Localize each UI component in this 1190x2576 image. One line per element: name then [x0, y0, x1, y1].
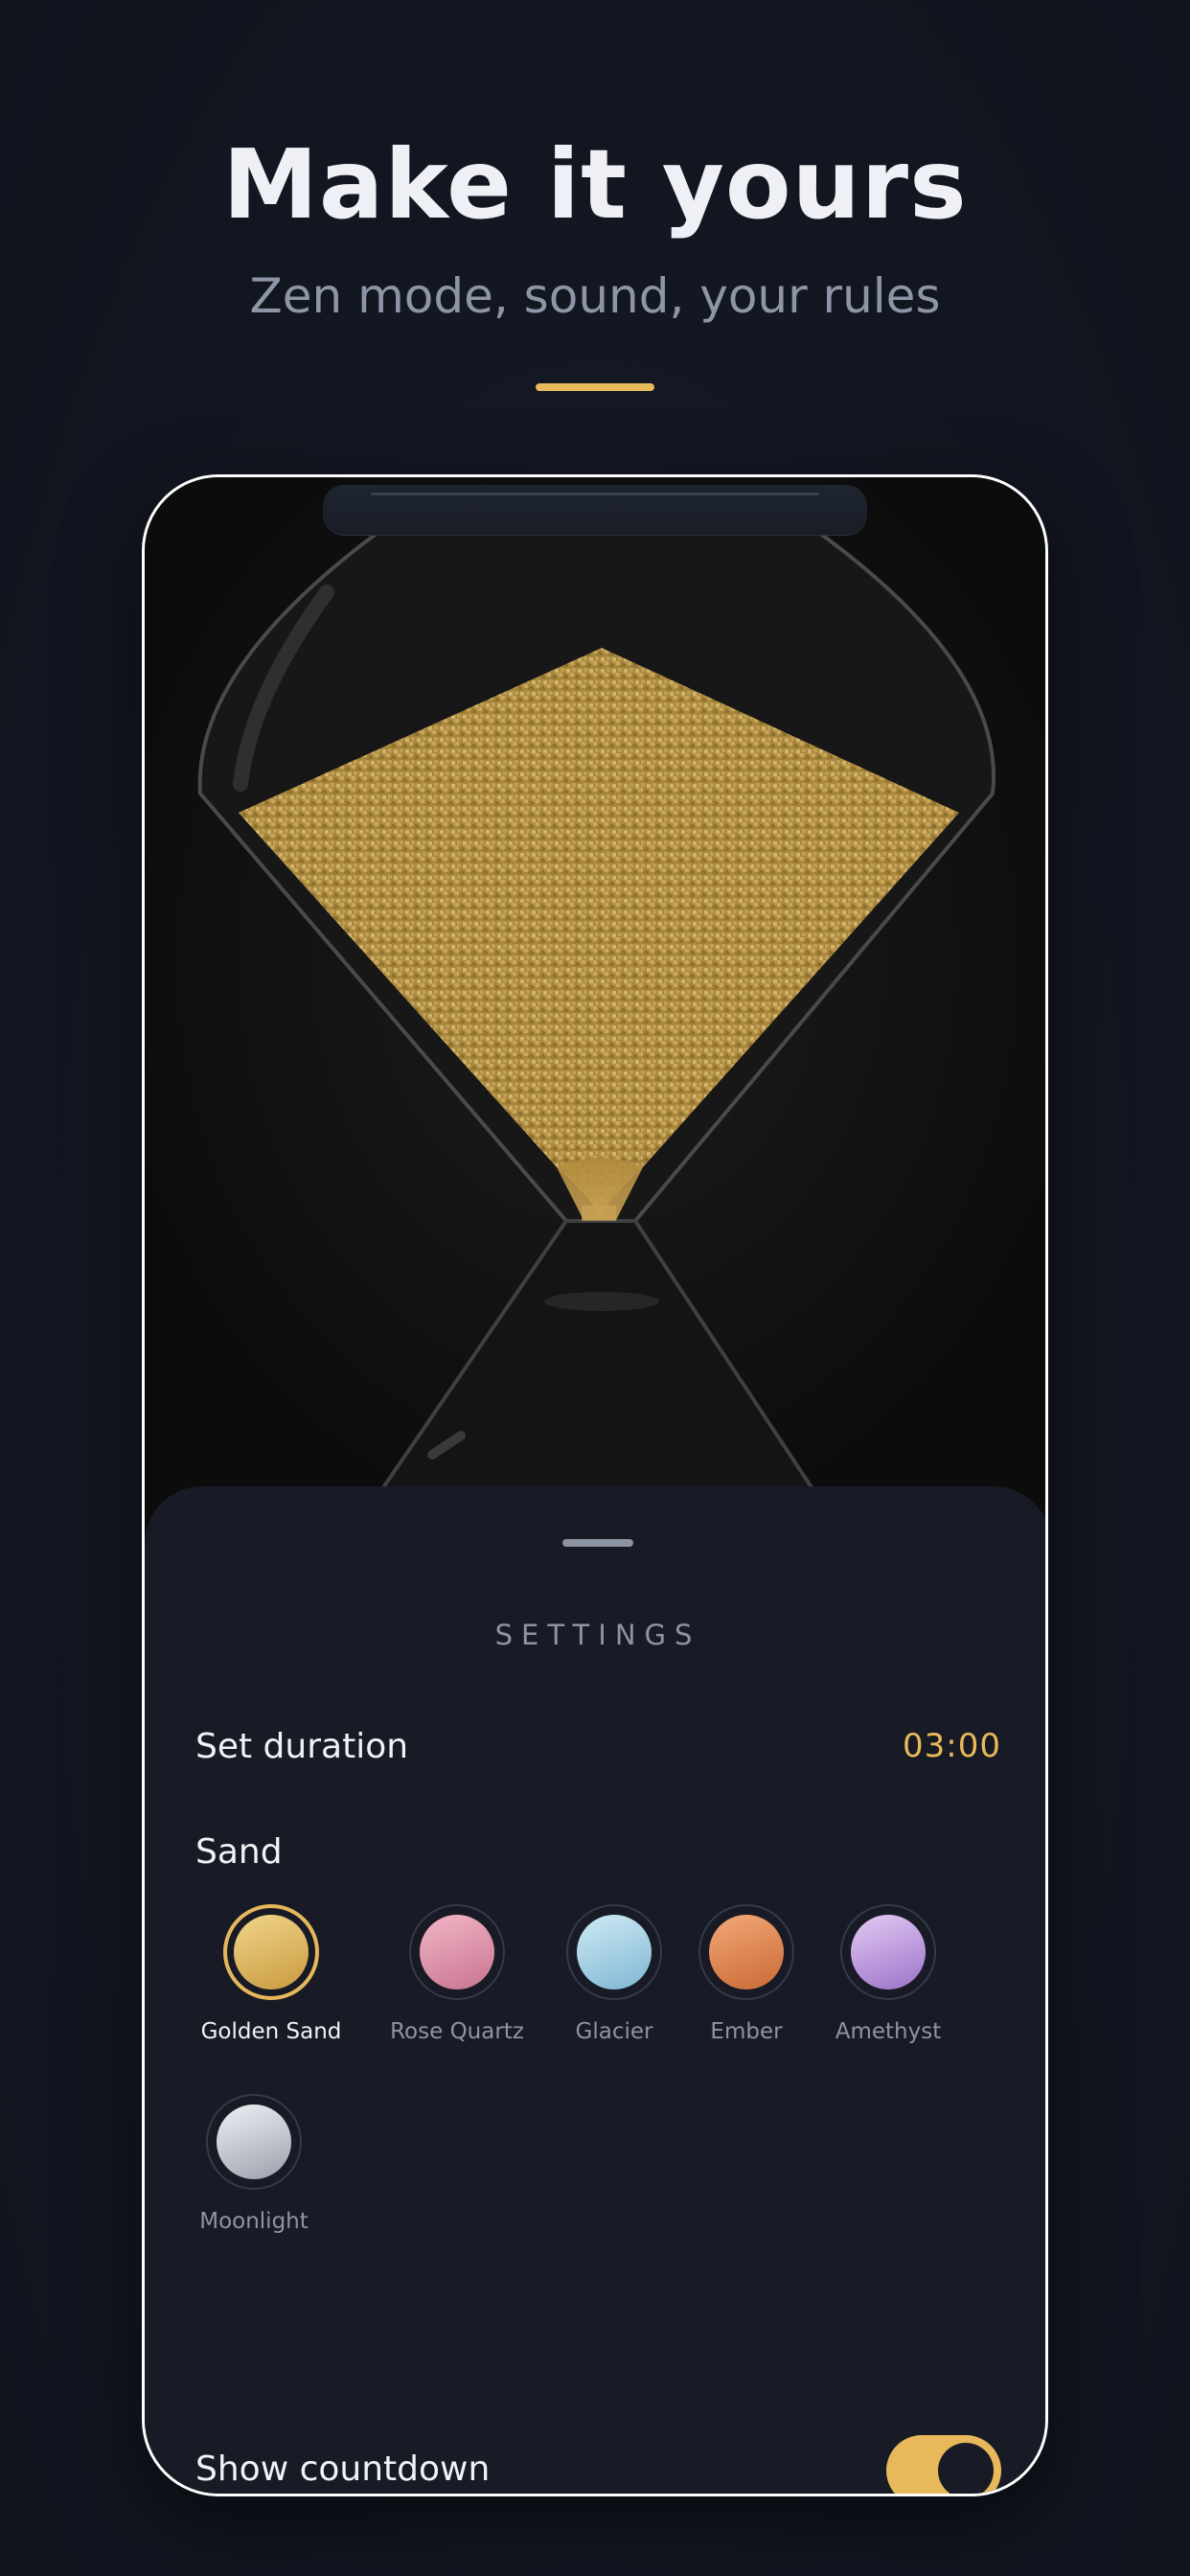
- swatch-glacier[interactable]: [566, 1904, 662, 2000]
- hourglass-cap: [323, 485, 867, 536]
- phone-frame: SETTINGS Set duration 03:00 Sand Golden …: [142, 474, 1048, 2496]
- hero-accent-bar: [536, 383, 654, 391]
- swatch-label-rose-quartz: Rose Quartz: [390, 2019, 524, 2044]
- sand-label: Sand: [195, 1832, 283, 1872]
- hero-title: Make it yours: [222, 128, 968, 241]
- settings-title: SETTINGS: [494, 1619, 701, 1651]
- show-countdown-label: Show countdown: [195, 2450, 491, 2489]
- swatch-label-moonlight: Moonlight: [199, 2209, 309, 2234]
- swatch-label-golden-sand: Golden Sand: [200, 2019, 342, 2044]
- swatch-color: [420, 1915, 494, 1990]
- swatch-color: [709, 1915, 784, 1990]
- swatch-color: [217, 2104, 291, 2179]
- swatch-label-glacier: Glacier: [575, 2019, 653, 2044]
- toggle-knob: [938, 2443, 994, 2494]
- swatch-label-ember: Ember: [710, 2019, 783, 2044]
- swatch-moonlight[interactable]: [206, 2094, 302, 2190]
- swatch-amethyst[interactable]: [840, 1904, 936, 2000]
- settings-sheet: SETTINGS Set duration 03:00 Sand Golden …: [145, 1486, 1045, 2494]
- swatch-ember[interactable]: [698, 1904, 794, 2000]
- swatch-color: [577, 1915, 652, 1990]
- swatch-color: [851, 1915, 926, 1990]
- sheet-drag-handle[interactable]: [562, 1539, 633, 1547]
- duration-label[interactable]: Set duration: [195, 1727, 408, 1766]
- swatch-golden-sand[interactable]: [223, 1904, 319, 2000]
- swatch-rose-quartz[interactable]: [409, 1904, 505, 2000]
- duration-value[interactable]: 03:00: [903, 1727, 1001, 1765]
- swatch-color: [234, 1915, 309, 1990]
- show-countdown-toggle[interactable]: [886, 2435, 1001, 2494]
- hero-subtitle: Zen mode, sound, your rules: [249, 268, 941, 324]
- swatch-label-amethyst: Amethyst: [835, 2019, 942, 2044]
- hourglass-illustration: [145, 477, 1045, 1551]
